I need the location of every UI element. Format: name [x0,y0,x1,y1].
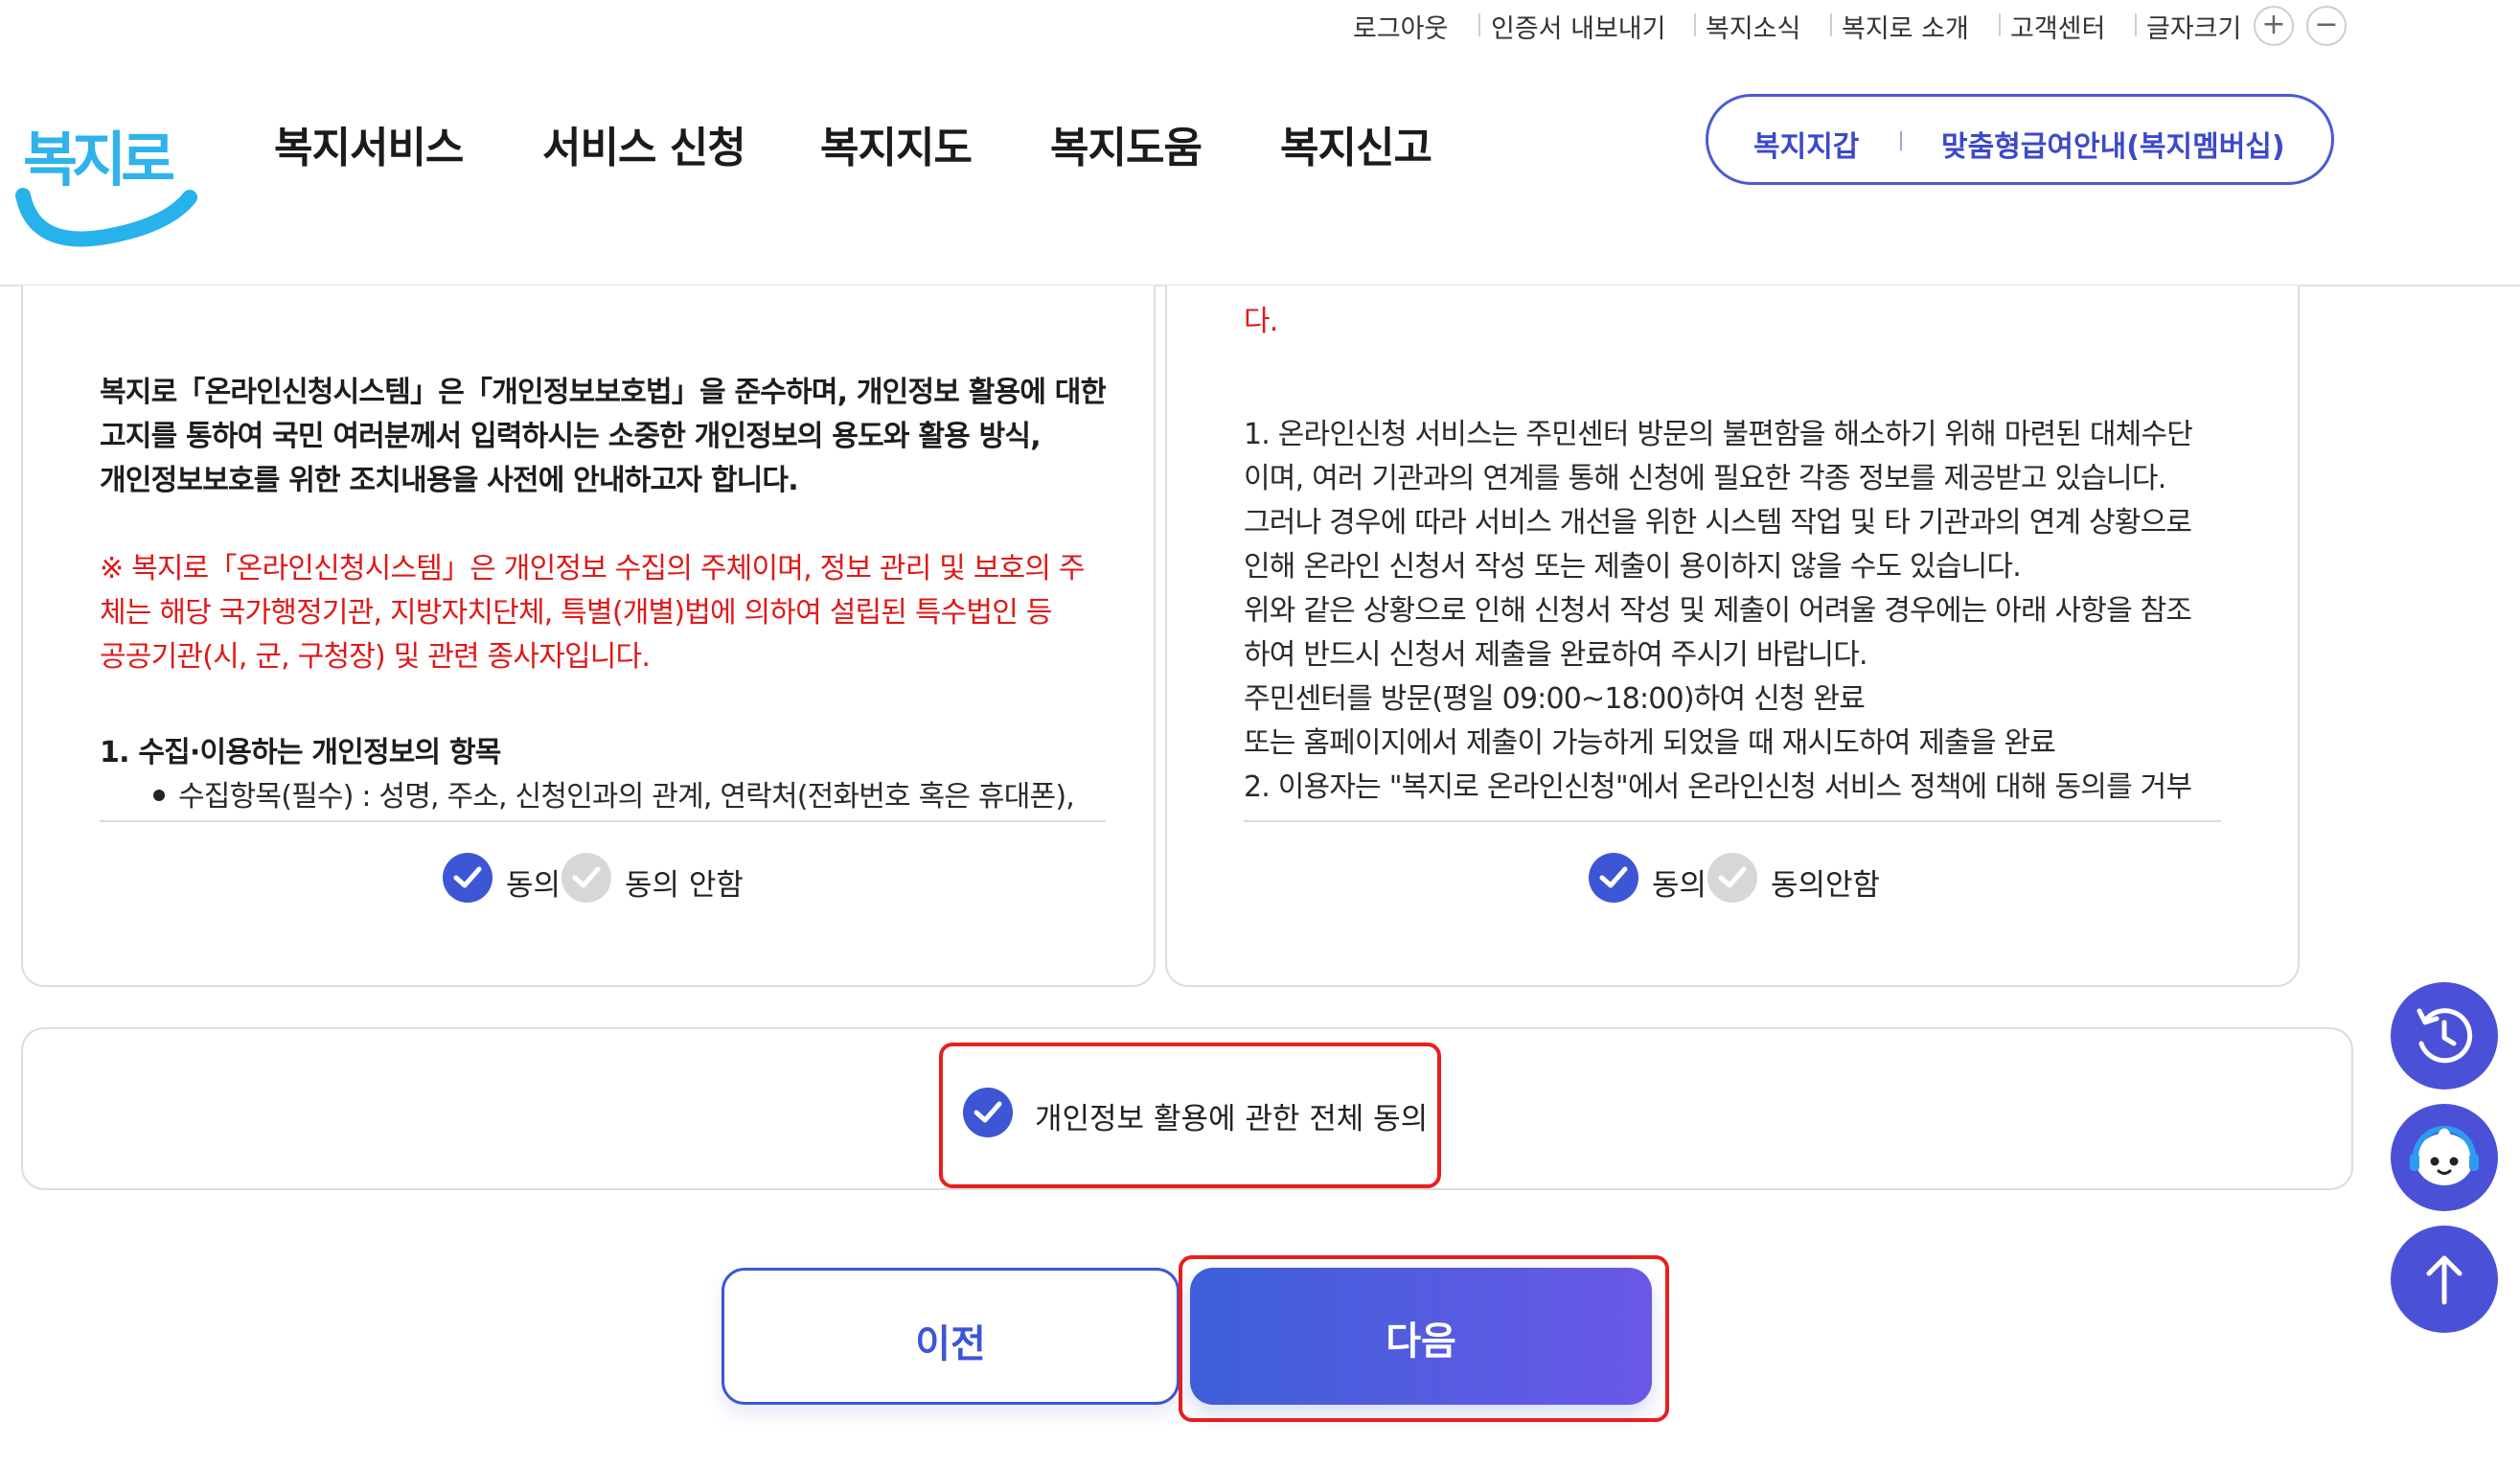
font-increase-button[interactable]: + [2254,6,2294,46]
export-cert-link[interactable]: 인증서 내보내기 [1491,8,1665,45]
total-consent-label[interactable]: 개인정보 활용에 관한 전체 동의 [1035,1094,1428,1137]
privacy-consent-panel: 복지로「온라인신청시스템」은「개인정보보호법」을 준수하며, 개인정보 활용에 … [21,286,1156,987]
terms-line: 주민센터를 방문(평일 09:00~18:00)하여 신청 완료 [1244,682,1866,716]
terms-line: 이며, 여러 기관과의 연계를 통해 신청에 필요한 각종 정보를 제공받고 있… [1244,462,2166,495]
nav-welfare-report[interactable]: 복지신고 [1280,113,1432,174]
disagree-radio-icon[interactable] [561,853,611,903]
nav-service-apply[interactable]: 서비스 신청 [542,113,746,174]
left-consent-options: 동의 동의 안함 [443,853,807,906]
agree-label[interactable]: 동의 [1652,860,1707,904]
bullet-item: 수집항목(필수) : 성명, 주소, 신청인과의 관계, 연락처(전화번호 혹은… [178,780,1075,814]
privacy-terms-scroll[interactable]: 복지로「온라인신청시스템」은「개인정보보호법」을 준수하며, 개인정보 활용에 … [100,286,1106,822]
logo-text: 복지로 [23,125,173,195]
agree-label[interactable]: 동의 [506,860,561,904]
chatbot-icon [2410,1126,2479,1185]
agree-radio-checked-icon[interactable] [1589,853,1638,903]
service-terms-panel: 다. 1. 온라인신청 서비스는 주민센터 방문의 불편함을 해소하기 위해 마… [1165,286,2300,987]
disagree-label[interactable]: 동의안함 [1771,860,1880,904]
intro-line: 개인정보보호를 위한 조치내용을 사전에 안내하고자 합니다. [100,464,799,497]
nav-welfare-help[interactable]: 복지도움 [1050,113,1203,174]
nav-welfare-services[interactable]: 복지서비스 [274,113,464,174]
section-title: 1. 수집·이용하는 개인정보의 항목 [100,736,501,769]
quick-links-pill: 복지지갑 맞춤형급여안내(복지멤버십) [1706,94,2334,185]
notice-line: 공공기관(시, 군, 구청장) 및 관련 종사자입니다. [100,640,651,674]
notice-line: ※ 복지로「온라인신청시스템」은 개인정보 수집의 주체이며, 정보 관리 및 … [100,552,1086,585]
terms-line: 또는 홈페이지에서 제출이 가능하게 되었을 때 재시도하여 제출을 완료 [1244,726,2056,760]
terms-line: 인해 온라인 신청서 작성 또는 제출이 용이하지 않을 수도 있습니다. [1244,550,2022,584]
terms-line: 2. 이용자는 "복지로 온라인신청"에서 온라인신청 서비스 정책에 대해 동… [1244,770,2192,804]
notice-line: 체는 해당 국가행정기관, 지방자치단체, 특별(개별)법에 의하여 설립된 특… [100,596,1052,630]
prev-button[interactable]: 이전 [722,1268,1180,1405]
next-button-label: 다음 [1386,1319,1456,1364]
terms-line: 위와 같은 상황으로 인해 신청서 작성 및 제출이 어려울 경우에는 아래 사… [1244,594,2192,628]
logout-link[interactable]: 로그아웃 [1353,8,1448,45]
recent-history-button[interactable] [2391,982,2498,1090]
chatbot-button[interactable] [2391,1104,2498,1211]
agree-radio-checked-icon[interactable] [443,853,493,903]
logo[interactable]: 복지로 [15,82,197,255]
intro-line: 고지를 통하여 국민 여러분께서 입력하시는 소중한 개인정보의 용도와 활용 … [100,420,1042,453]
terms-line: 1. 온라인신청 서비스는 주민센터 방문의 불편함을 해소하기 위해 마련된 … [1244,418,2193,451]
logo-mark: 복지로 [15,125,197,247]
font-decrease-button[interactable]: − [2306,6,2347,46]
divider [1900,131,1902,150]
history-icon [2417,1008,2473,1064]
custom-benefit-link[interactable]: 맞춤형급여안내(복지멤버십) [1941,123,2285,165]
divider [1694,13,1696,36]
font-size-label: 글자크기 [2146,14,2242,44]
clipped-text [100,286,108,298]
scroll-top-button[interactable] [2391,1226,2498,1333]
divider [1999,13,2001,36]
terms-line: 하여 반드시 신청서 제출을 완료하여 주시기 바랍니다. [1244,638,1868,672]
right-consent-options: 동의 동의안함 [1589,853,1953,906]
next-button[interactable]: 다음 [1190,1268,1652,1405]
news-link[interactable]: 복지소식 [1706,8,1800,45]
welfare-wallet-link[interactable]: 복지지갑 [1753,123,1859,165]
total-consent-checked-icon[interactable] [963,1088,1013,1137]
divider [2135,13,2137,36]
divider [1830,13,1832,36]
arrow-up-icon [2426,1255,2463,1305]
service-terms-scroll[interactable]: 다. 1. 온라인신청 서비스는 주민센터 방문의 불편함을 해소하기 위해 마… [1244,286,2221,822]
about-link[interactable]: 복지로 소개 [1842,8,1969,45]
clipped-text: 다. [1244,305,1278,338]
prev-button-label: 이전 [915,1322,986,1366]
disagree-label[interactable]: 동의 안함 [625,860,744,904]
nav-welfare-map[interactable]: 복지지도 [820,113,973,174]
disagree-radio-icon[interactable] [1707,853,1757,903]
divider [1478,13,1480,36]
support-link[interactable]: 고객센터 [2010,8,2105,45]
intro-line: 복지로「온라인신청시스템」은「개인정보보호법」을 준수하며, 개인정보 활용에 … [100,376,1106,409]
bullet-icon [153,790,165,801]
terms-line: 그러나 경우에 따라 서비스 개선을 위한 시스템 작업 및 타 기관과의 연계… [1244,506,2192,539]
